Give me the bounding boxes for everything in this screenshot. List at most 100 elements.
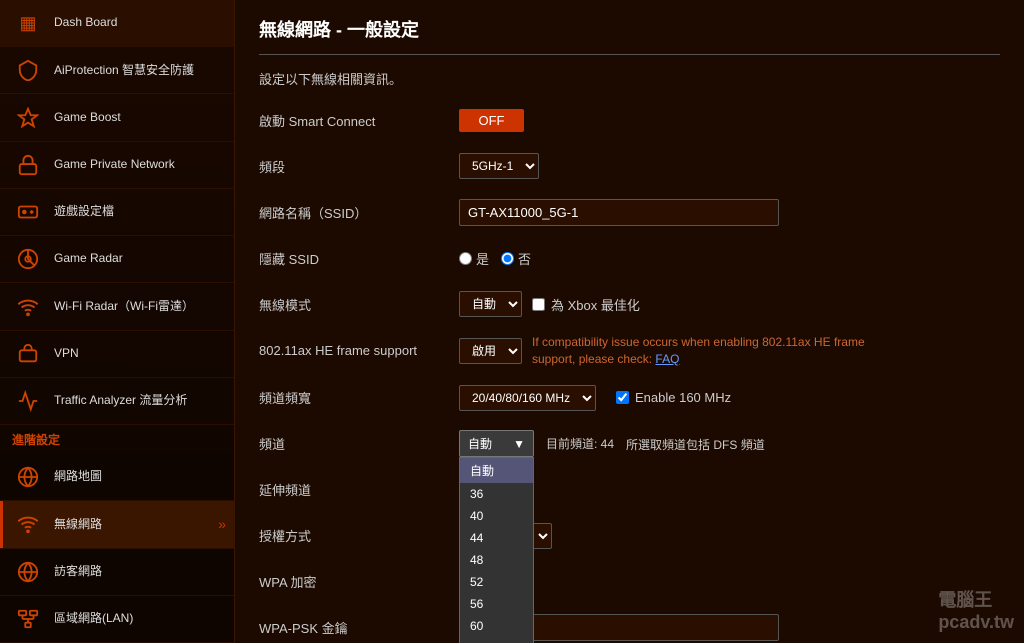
enable-160-text: Enable 160 MHz	[635, 390, 731, 405]
hide-ssid-no-label[interactable]: 否	[501, 249, 531, 268]
sidebar-label-gamesettings: 遊戲設定檔	[54, 204, 114, 220]
xbox-checkbox[interactable]	[532, 298, 545, 311]
hide-ssid-label: 隱藏 SSID	[259, 249, 459, 268]
hide-ssid-yes-text: 是	[476, 249, 489, 268]
smart-connect-row: 啟動 Smart Connect OFF	[259, 104, 1000, 136]
wpa-psk-label: WPA-PSK 金鑰	[259, 618, 459, 637]
hide-ssid-no-radio[interactable]	[501, 252, 514, 265]
trafficanalyzer-icon	[12, 385, 44, 417]
sidebar-label-networkmap: 網路地圖	[54, 469, 102, 485]
sidebar-item-wifiradar[interactable]: Wi-Fi Radar（Wi-Fi雷達）	[0, 283, 234, 330]
enable-160-label[interactable]: Enable 160 MHz	[616, 390, 731, 405]
gameboost-icon	[12, 102, 44, 134]
ssid-input[interactable]	[459, 199, 779, 226]
title-divider	[259, 54, 1000, 55]
wireless-arrow-icon: »	[218, 516, 226, 532]
channel-option-auto[interactable]: 自動	[460, 458, 533, 483]
bandwidth-inner: 20/40/80/160 MHz 20/40/80 MHz 20/40 MHz …	[459, 385, 731, 411]
he-frame-row: 802.11ax HE frame support 啟用 停用 If compa…	[259, 334, 1000, 368]
xbox-checkbox-label[interactable]: 為 Xbox 最佳化	[532, 295, 640, 314]
sidebar: ▦ Dash Board AiProtection 智慧安全防護 Game Bo…	[0, 0, 235, 643]
frequency-row: 頻段 5GHz-1 2.4GHz 5GHz-2	[259, 150, 1000, 182]
sidebar-label-gameprivatenetwork: Game Private Network	[54, 157, 175, 173]
gamesettings-icon	[12, 196, 44, 228]
smart-connect-label: 啟動 Smart Connect	[259, 111, 459, 130]
wpa-encrypt-row: WPA 加密 AES TKIP	[259, 566, 1000, 598]
dashboard-icon: ▦	[12, 7, 44, 39]
wireless-mode-select[interactable]: 自動	[459, 291, 522, 317]
wifiradar-icon	[12, 291, 44, 323]
channel-option-56[interactable]: 56	[460, 593, 533, 615]
wpa-psk-control	[459, 614, 1000, 641]
hide-ssid-no-text: 否	[518, 249, 531, 268]
sidebar-label-trafficanalyzer: Traffic Analyzer 流量分析	[54, 393, 187, 409]
channel-row: 頻道 自動 ▼ 自動 36 40 44 48 52 56 60 64	[259, 428, 1000, 460]
channel-selected[interactable]: 自動 ▼	[459, 430, 534, 457]
channel-option-64[interactable]: 64	[460, 637, 533, 643]
vpn-icon	[12, 338, 44, 370]
frequency-select[interactable]: 5GHz-1 2.4GHz 5GHz-2	[459, 153, 539, 179]
gameprivatenetwork-icon	[12, 149, 44, 181]
channel-control: 自動 ▼ 自動 36 40 44 48 52 56 60 64 目前頻道: 44…	[459, 430, 1000, 457]
auth-method-label: 授權方式	[259, 526, 459, 545]
wireless-mode-control: 自動 為 Xbox 最佳化	[459, 291, 1000, 317]
sidebar-label-wireless: 無線網路	[54, 517, 102, 533]
advanced-section-header: 進階設定	[0, 425, 234, 454]
sidebar-item-vpn[interactable]: VPN	[0, 331, 234, 378]
networkmap-icon	[12, 461, 44, 493]
he-frame-select[interactable]: 啟用 停用	[459, 338, 522, 364]
faq-link[interactable]: FAQ	[655, 352, 679, 366]
wireless-mode-row: 無線模式 自動 為 Xbox 最佳化	[259, 288, 1000, 320]
xbox-label-text: 為 Xbox 最佳化	[551, 295, 640, 314]
bandwidth-label: 頻道頻寬	[259, 388, 459, 407]
sidebar-item-dashboard[interactable]: ▦ Dash Board	[0, 0, 234, 47]
sidebar-label-wifiradar: Wi-Fi Radar（Wi-Fi雷達）	[54, 299, 194, 315]
channel-dfs-note: 所選取頻道包括 DFS 頻道	[626, 436, 765, 453]
sidebar-label-gameradar: Game Radar	[54, 251, 123, 267]
enable-160-checkbox[interactable]	[616, 391, 629, 404]
channel-option-36[interactable]: 36	[460, 483, 533, 505]
dropdown-arrow-icon: ▼	[513, 437, 525, 451]
he-warning-text: If compatibility issue occurs when enabl…	[532, 334, 882, 368]
ssid-row: 網路名稱（SSID）	[259, 196, 1000, 228]
channel-option-52[interactable]: 52	[460, 571, 533, 593]
channel-option-40[interactable]: 40	[460, 505, 533, 527]
channel-option-60[interactable]: 60	[460, 615, 533, 637]
bandwidth-row: 頻道頻寬 20/40/80/160 MHz 20/40/80 MHz 20/40…	[259, 382, 1000, 414]
hide-ssid-row: 隱藏 SSID 是 否	[259, 242, 1000, 274]
sidebar-item-guestnetwork[interactable]: 訪客網路	[0, 549, 234, 596]
wireless-mode-label: 無線模式	[259, 295, 459, 314]
channel-option-48[interactable]: 48	[460, 549, 533, 571]
page-subtitle: 設定以下無線相關資訊。	[259, 69, 1000, 88]
channel-dropdown-container: 自動 ▼ 自動 36 40 44 48 52 56 60 64	[459, 430, 534, 457]
auth-method-row: 授權方式 Personal Enterprise	[259, 520, 1000, 552]
sidebar-item-networkmap[interactable]: 網路地圖	[0, 454, 234, 501]
wpa-encrypt-control: AES TKIP	[459, 569, 1000, 595]
smart-connect-toggle[interactable]: OFF	[459, 109, 524, 132]
bandwidth-select[interactable]: 20/40/80/160 MHz 20/40/80 MHz 20/40 MHz …	[459, 385, 596, 411]
sidebar-label-vpn: VPN	[54, 346, 79, 362]
sidebar-item-gameprivatenetwork[interactable]: Game Private Network	[0, 142, 234, 189]
channel-dropdown-list[interactable]: 自動 36 40 44 48 52 56 60 64	[459, 457, 534, 643]
main-content: 無線網路 - 一般設定 設定以下無線相關資訊。 啟動 Smart Connect…	[235, 0, 1024, 643]
sidebar-item-gamesettings[interactable]: 遊戲設定檔	[0, 189, 234, 236]
sidebar-item-lan[interactable]: 區域網路(LAN)	[0, 596, 234, 643]
sidebar-label-guestnetwork: 訪客網路	[54, 564, 102, 580]
ext-channel-label: 延伸頻道	[259, 480, 459, 499]
sidebar-item-aiprotection[interactable]: AiProtection 智慧安全防護	[0, 47, 234, 94]
hide-ssid-yes-radio[interactable]	[459, 252, 472, 265]
channel-current-text: 目前頻道: 44	[546, 435, 614, 452]
hide-ssid-radio-group: 是 否	[459, 249, 531, 268]
auth-method-control: Personal Enterprise	[459, 523, 1000, 549]
sidebar-item-wireless[interactable]: 無線網路 »	[0, 501, 234, 548]
sidebar-item-trafficanalyzer[interactable]: Traffic Analyzer 流量分析	[0, 378, 234, 425]
sidebar-item-gameradar[interactable]: Game Radar	[0, 236, 234, 283]
smart-connect-control: OFF	[459, 109, 1000, 132]
hide-ssid-control: 是 否	[459, 249, 1000, 268]
sidebar-item-gameboost[interactable]: Game Boost	[0, 94, 234, 141]
aiprotection-icon	[12, 54, 44, 86]
hide-ssid-yes-label[interactable]: 是	[459, 249, 489, 268]
channel-option-44[interactable]: 44	[460, 527, 533, 549]
he-frame-label: 802.11ax HE frame support	[259, 343, 459, 358]
sidebar-label-aiprotection: AiProtection 智慧安全防護	[54, 63, 194, 79]
